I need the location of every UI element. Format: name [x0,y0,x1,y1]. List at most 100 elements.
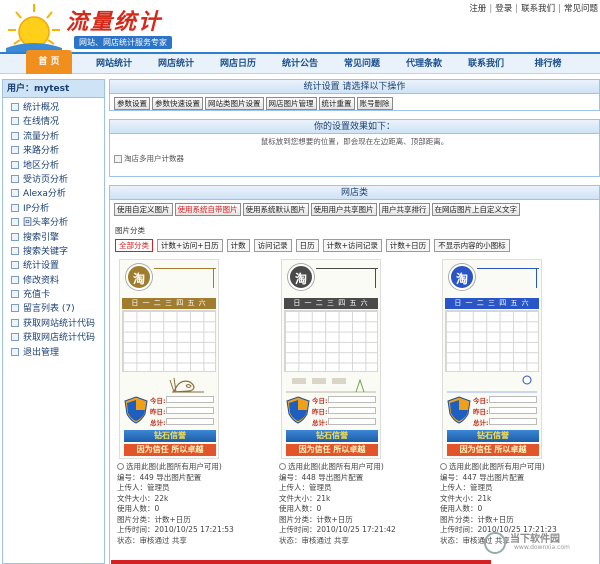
nav-home[interactable]: 首 页 [26,50,72,74]
filter-calendar[interactable]: 日历 [295,239,319,252]
sidebar-item-recharge[interactable]: 充值卡 [3,288,104,302]
sidebar-item-messages[interactable]: 留言列表 (7) [3,302,104,316]
sidebar-item-region[interactable]: 地区分析 [3,159,104,173]
preview-image: 淘店多用户计数器 [114,153,599,164]
sidebar-item-traffic[interactable]: 流量分析 [3,130,104,144]
contact-link[interactable]: 联系我们 [521,4,555,14]
settings-title: 统计设置 请选择以下操作 [110,80,599,94]
sidebar-item-shop-code[interactable]: 获取网店统计代码 [3,331,104,345]
card-users: 使用人数：0 [279,504,322,513]
sidebar-item-ip[interactable]: IP分析 [3,202,104,216]
counter-image[interactable]: 淘 日 一 二 三 四 五 六 今日: 昨日: 总计: 钻石信誉 因为信任 所以… [119,259,219,459]
card-users: 使用人数：0 [117,504,160,513]
shield-icon [286,396,310,424]
radio-button[interactable] [440,463,447,470]
filter-visit-log[interactable]: 访问记录 [253,239,292,252]
login-link[interactable]: 登录 [495,4,512,14]
shield-icon [447,396,471,424]
menu-bullet-icon [11,160,19,169]
sidebar-item-online[interactable]: 在线情况 [3,115,104,129]
card-status: 状态：审核通过 共享 [117,535,187,545]
card-time: 上传时间：2010/10/25 17:21:53 [117,525,234,534]
account-delete-button[interactable]: 账号删除 [356,97,393,110]
nav-site-stats[interactable]: 网站统计 [86,54,142,74]
menu-bullet-icon [11,275,19,284]
radio-button[interactable] [279,463,286,470]
param-settings-button[interactable]: 参数设置 [114,97,150,110]
sidebar-menu: 统计概况 在线情况 流量分析 来路分析 地区分析 受访页分析 Alexa分析 I… [3,98,104,360]
select-option[interactable]: 选用此图(此图所有用户可用) [117,462,277,473]
select-option[interactable]: 选用此图(此图所有用户可用) [440,462,600,473]
site-image-settings-button[interactable]: 网站类图片设置 [205,97,264,110]
share-ranking-button[interactable]: 用户共享排行 [378,203,430,216]
logo-slogan: 网站、网店统计服务专家 [74,36,172,49]
nav-shop-stats[interactable]: 网店统计 [148,54,204,74]
user-label: 用户：mytest [3,80,104,98]
watermark-url: www.downxia.com [514,544,570,551]
select-option[interactable]: 选用此图(此图所有用户可用) [279,462,439,473]
system-image-button[interactable]: 使用系统自带图片 [174,203,241,216]
taobao-badge-icon: 淘 [449,264,475,290]
filter-small-icon[interactable]: 不显示内容的小图标 [434,239,510,252]
calendar-weekdays: 日 一 二 三 四 五 六 [445,298,539,309]
filter-count-visit-calendar[interactable]: 计数+访问+日历 [157,239,223,252]
sidebar-item-site-code[interactable]: 获取网站统计代码 [3,317,104,331]
sidebar: 用户：mytest 统计概况 在线情况 流量分析 来路分析 地区分析 受访页分析… [2,79,105,564]
watermark: 当下软件园 www.downxia.com [484,530,594,556]
nav-rankings[interactable]: 排行榜 [524,54,572,74]
sidebar-item-search-engine[interactable]: 搜索引擎 [3,231,104,245]
radio-button[interactable] [117,463,124,470]
stats-block: 今日: 昨日: 总计: [124,394,216,430]
stats-block: 今日: 昨日: 总计: [447,394,539,430]
today-value-box [489,396,537,403]
sidebar-item-alexa[interactable]: Alexa分析 [3,187,104,201]
nav-announcements[interactable]: 统计公告 [272,54,328,74]
custom-image-button[interactable]: 使用自定义图片 [114,203,173,216]
sidebar-item-overview[interactable]: 统计概况 [3,101,104,115]
yesterday-label: 昨日: [312,408,328,416]
counter-image[interactable]: 淘 日 一 二 三 四 五 六 今日: 昨日: 总计: 钻石信誉 因为信任 所以… [281,259,381,459]
sidebar-item-keywords[interactable]: 搜索关键字 [3,245,104,259]
separator: | [558,4,561,14]
filter-tabs: 全部分类 计数+访问+日历 计数 访问记录 日历 计数+访问记录 计数+日历 不显示内容的小图… [115,239,514,252]
default-image-button[interactable]: 使用系统默认图片 [242,203,309,216]
sidebar-item-settings[interactable]: 统计设置 [3,259,104,273]
quick-settings-button[interactable]: 参数快速设置 [152,97,203,110]
shop-button-row: 使用自定义图片 使用系统自带图片 使用系统默认图片 使用用户共享图片 用户共享排行 在网店… [110,200,599,219]
sidebar-item-pages[interactable]: 受访页分析 [3,173,104,187]
menu-bullet-icon [11,146,19,155]
shared-image-button[interactable]: 使用用户共享图片 [310,203,377,216]
sidebar-item-return-rate[interactable]: 回头率分析 [3,216,104,230]
watermark-text: 当下软件园 [510,534,560,545]
menu-bullet-icon [11,246,19,255]
sidebar-item-profile[interactable]: 修改资料 [3,274,104,288]
stats-reset-button[interactable]: 统计重置 [318,97,355,110]
calendar-weekdays: 日 一 二 三 四 五 六 [284,298,378,309]
decor-line [375,268,376,288]
filter-count-calendar[interactable]: 计数+日历 [385,239,431,252]
menu-bullet-icon [11,232,19,241]
nav-shop-calendar[interactable]: 网店日历 [210,54,266,74]
stats-block: 今日: 昨日: 总计: [286,394,378,430]
filter-all[interactable]: 全部分类 [115,239,153,252]
separator: | [515,4,519,14]
shop-image-manage-button[interactable]: 网店图片管理 [265,97,317,110]
faq-link[interactable]: 常见问题 [564,4,598,14]
custom-text-button[interactable]: 在网店图片上自定义文字 [431,203,520,216]
total-value-box [489,418,537,425]
template-card: 淘 日 一 二 三 四 五 六 今日: 昨日: 总计: 钻石信誉 因为信任 所以… [279,259,439,546]
sidebar-item-logout[interactable]: 退出管理 [3,346,104,360]
counter-image[interactable]: 淘 日 一 二 三 四 五 六 今日: 昨日: 总计: 钻石信誉 因为信任 所以… [442,259,542,459]
sidebar-item-referrer[interactable]: 来路分析 [3,144,104,158]
filter-count-visit[interactable]: 计数+访问记录 [322,239,382,252]
card-size: 文件大小：22k [117,493,169,503]
decor-line [477,268,539,269]
card-uploader: 上传人：管理员 [279,483,332,492]
nav-contact[interactable]: 联系我们 [458,54,514,74]
yesterday-value-box [328,407,376,414]
register-link[interactable]: 注册 [469,4,486,14]
diamond-banner: 钻石信誉 [124,430,216,442]
filter-count[interactable]: 计数 [226,239,250,252]
nav-agent-terms[interactable]: 代理条款 [396,54,452,74]
nav-faq[interactable]: 常见问题 [334,54,390,74]
